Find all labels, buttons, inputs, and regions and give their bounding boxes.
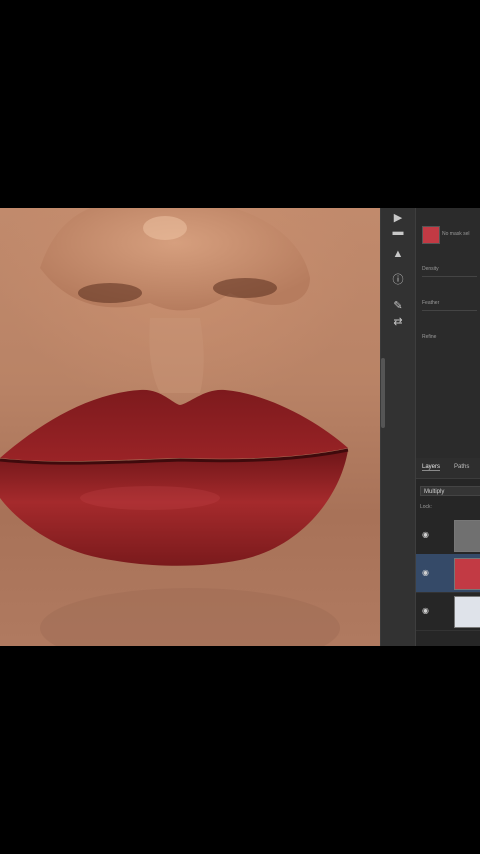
- mask-label: No mask sel: [442, 231, 470, 237]
- layer-thumbnail: [454, 520, 480, 552]
- density-label: Density: [422, 266, 439, 272]
- refine-label: Refine: [422, 334, 437, 340]
- panel-toolstrip: ▶ ▬ ▲ ⓘ ✎ ⇄: [381, 208, 416, 646]
- layer-row[interactable]: ◉: [416, 516, 480, 555]
- eye-icon[interactable]: ◉: [422, 530, 429, 539]
- feather-label: Feather: [422, 300, 440, 306]
- info-icon[interactable]: ⓘ: [390, 272, 406, 288]
- layer-row-selected[interactable]: ◉: [416, 554, 480, 593]
- layer-thumbnail: [454, 596, 480, 628]
- lips-artwork: [0, 208, 349, 646]
- layer-row[interactable]: ◉: [416, 592, 480, 631]
- comment-icon[interactable]: ▬: [390, 224, 406, 240]
- layer-thumbnail: [454, 558, 480, 590]
- app-window: ▶ ▬ ▲ ⓘ ✎ ⇄ No mask sel Density Feather …: [0, 208, 480, 646]
- feather-slider[interactable]: [422, 310, 477, 311]
- brush-settings-icon[interactable]: ✎: [390, 298, 406, 314]
- tab-paths[interactable]: Paths: [454, 464, 469, 470]
- tab-layers[interactable]: Layers: [422, 464, 441, 471]
- adjust-icon[interactable]: ⇄: [390, 314, 406, 330]
- layers-panel: Layers Paths Multiply Lock: ◉ ◉ ◉: [416, 458, 480, 646]
- eye-icon[interactable]: ◉: [422, 606, 429, 615]
- blend-mode-select[interactable]: Multiply: [420, 486, 480, 496]
- density-slider[interactable]: [422, 276, 477, 277]
- image-canvas[interactable]: [0, 208, 380, 646]
- mask-swatch[interactable]: [422, 226, 440, 244]
- properties-panel: No mask sel Density Feather Refine: [416, 208, 480, 458]
- panel-scrollbar[interactable]: [381, 358, 385, 428]
- eye-icon[interactable]: ◉: [422, 568, 429, 577]
- histogram-icon[interactable]: ▲: [390, 246, 406, 262]
- right-panel: ▶ ▬ ▲ ⓘ ✎ ⇄ No mask sel Density Feather …: [380, 208, 480, 646]
- lock-label: Lock:: [420, 504, 432, 510]
- layers-tabs: Layers Paths: [416, 458, 480, 479]
